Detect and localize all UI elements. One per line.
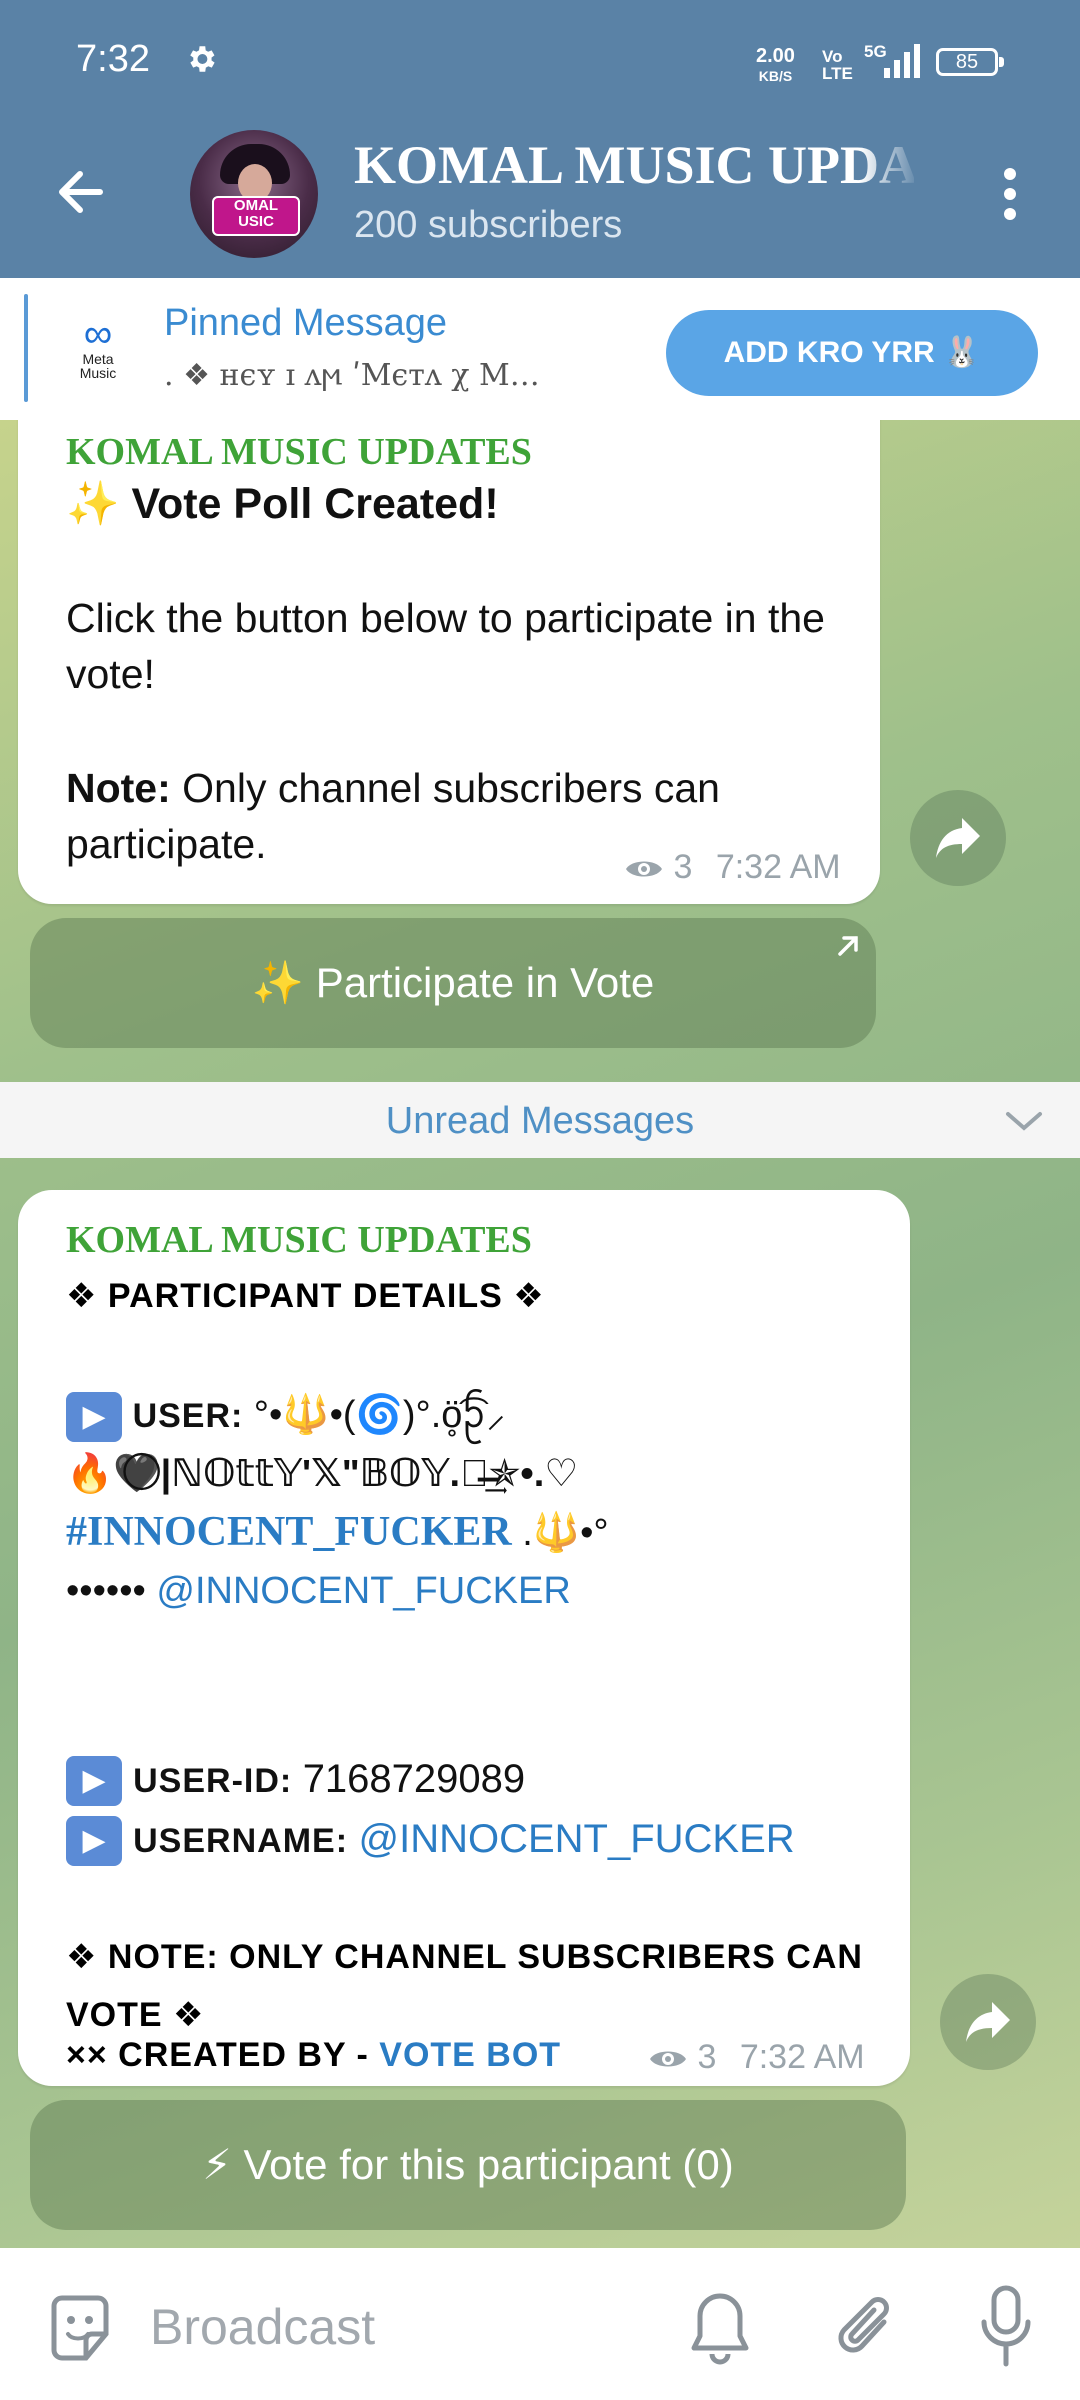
- share-arrow-icon: [966, 2002, 1010, 2042]
- chevron-down-icon[interactable]: [1002, 1104, 1046, 1138]
- created-by: ×× CREATED BY - VOTE BOT: [66, 2036, 561, 2075]
- eye-icon: [626, 861, 662, 877]
- composer-bar: Broadcast: [0, 2248, 1080, 2400]
- mention-line: •••••• @INNOCENT_FUCKER: [66, 1562, 886, 1620]
- pinned-logo-line1: Meta: [82, 351, 114, 367]
- hashtag-line: #INNOCENT_FUCKER .🔱•°: [66, 1503, 886, 1562]
- participate-vote-button[interactable]: ✨ Participate in Vote: [30, 918, 876, 1048]
- user-id-block: ▶ USER-ID: 7168729089 ▶ USERNAME: @INNOC…: [66, 1750, 896, 1870]
- pinned-thumbnail: ∞ Meta Music: [60, 312, 136, 386]
- view-count: 3: [697, 2038, 717, 2076]
- message-title: ✨ Vote Poll Created!: [66, 480, 499, 528]
- eye-icon: [650, 2051, 686, 2067]
- pinned-action-button[interactable]: ADD KRO YRR 🐰: [666, 310, 1038, 396]
- message-bubble[interactable]: KOMAL MUSIC UPDATES ❖ PARTICIPANT DETAIL…: [18, 1190, 910, 2086]
- chat-area[interactable]: KOMAL MUSIC UPDATES ✨ Vote Poll Created!…: [0, 420, 1080, 2248]
- message-time: 7:32 AM: [715, 848, 841, 886]
- userid-line: ▶ USER-ID: 7168729089: [66, 1750, 896, 1810]
- user-mention-link[interactable]: @INNOCENT_FUCKER: [156, 1570, 570, 1612]
- play-icon: ▶: [66, 1391, 122, 1442]
- meta-infinity-icon: ∞: [83, 312, 113, 356]
- vote-note: ❖ NOTE: ONLY CHANNEL SUBSCRIBERS CAN VOT…: [66, 1938, 863, 2034]
- user-name-part1: °•🔱•(🌀)°.ö̥͡ᩐ⸝: [253, 1394, 506, 1436]
- note-label: Note:: [66, 765, 171, 811]
- channel-title[interactable]: KOMAL MUSIC UPDATES: [354, 134, 914, 196]
- settings-gear-icon: [190, 46, 215, 72]
- hashtag-suffix: .🔱•°: [511, 1512, 609, 1554]
- unread-divider: Unread Messages: [0, 1082, 1080, 1158]
- network-speed: 2.00 KB/S: [756, 46, 795, 86]
- pinned-label: Pinned Message: [164, 302, 448, 344]
- avatar-badge-line2: USIC: [238, 213, 274, 230]
- username-label: USERNAME:: [133, 1822, 359, 1860]
- message-body: Click the button below to participate in…: [66, 595, 825, 697]
- battery-indicator: 85: [936, 48, 998, 76]
- user-label: USER:: [132, 1397, 254, 1435]
- external-link-icon: [838, 936, 858, 956]
- attach-paperclip-icon[interactable]: [832, 2288, 904, 2368]
- speed-value: 2.00: [756, 45, 795, 67]
- participate-button-label: ✨ Participate in Vote: [251, 959, 655, 1006]
- user-dots: ••••••: [66, 1570, 157, 1612]
- message-input[interactable]: Broadcast: [150, 2298, 375, 2356]
- vote-button-label: ⚡ Vote for this participant (0): [202, 2141, 734, 2188]
- channel-avatar[interactable]: OMAL USIC: [190, 130, 318, 258]
- play-icon: ▶: [66, 1816, 122, 1867]
- participant-user-block: ▶ USER: °•🔱•(🌀)°.ö̥͡ᩐ⸝ 🔥🖤⃝|ℕ𝕆𝕥𝕥𝕐'𝕏"𝔹𝕆𝕐.⃝…: [66, 1386, 886, 1620]
- more-vertical-icon[interactable]: [990, 162, 1030, 226]
- share-arrow-icon: [936, 818, 980, 858]
- userid-value: 7168729089: [302, 1757, 526, 1801]
- pinned-message-bar[interactable]: ∞ Meta Music Pinned Message . ❖ ʜєʏ ɪ ʌϻ…: [0, 278, 1080, 420]
- forward-button[interactable]: [940, 1974, 1036, 2070]
- sticker-emoji-icon[interactable]: [44, 2292, 116, 2364]
- status-time: 7:32: [76, 38, 150, 80]
- unread-label: Unread Messages: [385, 1100, 695, 1142]
- back-arrow-icon[interactable]: [50, 160, 114, 224]
- battery-tip: [999, 57, 1004, 67]
- userid-label: USER-ID:: [133, 1762, 303, 1800]
- signal-icon: [884, 44, 920, 78]
- user-hashtag[interactable]: #INNOCENT_FUCKER: [66, 1509, 512, 1555]
- app-header: 7:32 2.00 KB/S Vo LTE 5G 85 OMAL USIC KO…: [0, 0, 1080, 278]
- message-sender: KOMAL MUSIC UPDATES: [66, 431, 532, 473]
- bell-icon[interactable]: [688, 2288, 752, 2368]
- view-count: 3: [673, 848, 693, 886]
- vote-bot-link[interactable]: VOTE BOT: [379, 2036, 561, 2074]
- username-link[interactable]: @INNOCENT_FUCKER: [358, 1817, 794, 1861]
- username-line: ▶ USERNAME: @INNOCENT_FUCKER: [66, 1810, 896, 1870]
- created-label: ×× CREATED BY -: [66, 2036, 380, 2074]
- message-meta: 3 7:32 AM: [648, 2038, 865, 2077]
- vote-participant-button[interactable]: ⚡ Vote for this participant (0): [30, 2100, 906, 2230]
- message-sender: KOMAL MUSIC UPDATES: [66, 1219, 532, 1261]
- subscriber-count: 200 subscribers: [354, 204, 623, 246]
- title-fade: [860, 130, 920, 198]
- user-name-part2: 🔥🖤⃝|ℕ𝕆𝕥𝕥𝕐'𝕏"𝔹𝕆𝕐.⃝̶͢͢✯•.♡: [66, 1453, 579, 1495]
- avatar-badge: OMAL USIC: [212, 196, 300, 236]
- play-icon: ▶: [66, 1756, 122, 1807]
- microphone-icon[interactable]: [976, 2284, 1036, 2370]
- forward-button[interactable]: [910, 790, 1006, 886]
- message-meta: 3 7:32 AM: [624, 848, 841, 887]
- speed-unit: KB/S: [758, 68, 793, 84]
- pinned-text: . ❖ ʜєʏ ɪ ʌϻ ʹMєтʌ χ M…: [164, 358, 540, 393]
- message-bubble[interactable]: KOMAL MUSIC UPDATES ✨ Vote Poll Created!…: [18, 420, 880, 904]
- pinned-indicator: [24, 294, 28, 402]
- pinned-logo-line2: Music: [79, 365, 117, 381]
- volte-indicator: Vo LTE: [822, 47, 853, 83]
- participant-header: ❖ PARTICIPANT DETAILS ❖: [66, 1277, 545, 1315]
- user-line: ▶ USER: °•🔱•(🌀)°.ö̥͡ᩐ⸝: [66, 1386, 886, 1445]
- message-time: 7:32 AM: [739, 2038, 865, 2076]
- avatar-badge-line1: OMAL: [233, 197, 279, 214]
